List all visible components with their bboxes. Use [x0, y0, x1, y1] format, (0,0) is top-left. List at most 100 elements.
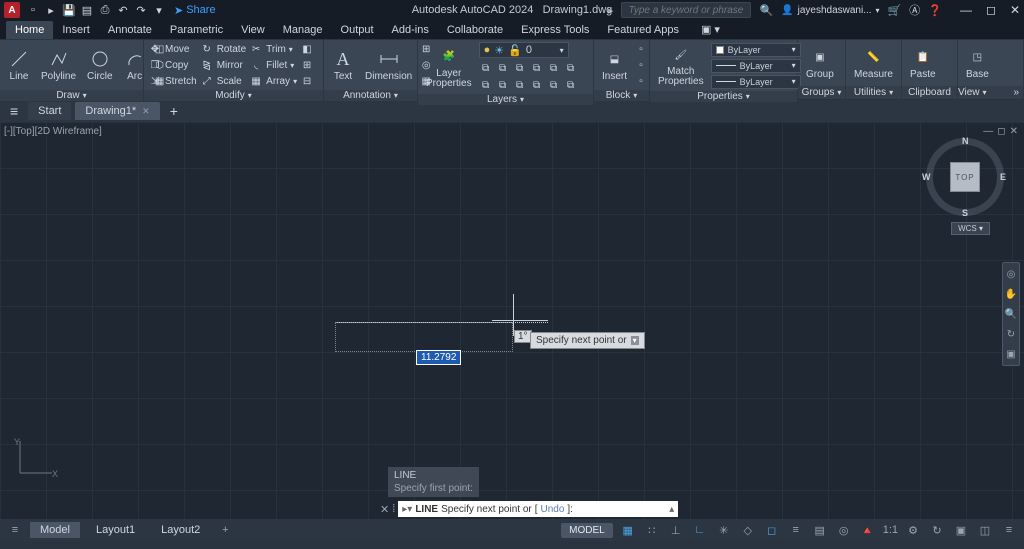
panel-groups-label[interactable]: Groups▾	[798, 86, 845, 99]
tab-layout2[interactable]: Layout2	[151, 522, 210, 538]
add-layout-button[interactable]: +	[216, 521, 234, 539]
space-toggle[interactable]: MODEL	[561, 523, 613, 538]
ann-scale[interactable]: 🔺	[859, 521, 877, 539]
move-button[interactable]: ✥Move	[148, 42, 197, 56]
osnap-toggle[interactable]: ◻	[763, 521, 781, 539]
dimension-button[interactable]: Dimension	[361, 46, 416, 84]
search-input[interactable]	[626, 4, 746, 17]
panel-annotation-label[interactable]: Annotation▾	[324, 90, 417, 101]
custom-icon[interactable]: ≡	[1000, 521, 1018, 539]
viewport-label[interactable]: [-][Top][2D Wireframe]	[4, 126, 102, 137]
pan-icon[interactable]: ✋	[1004, 287, 1018, 301]
blk-b[interactable]: ▫	[634, 58, 648, 72]
panel-utilities-label[interactable]: Utilities▾	[846, 86, 901, 99]
mirror-button[interactable]: ⧎Mirror	[200, 58, 246, 72]
qat-dropdown-icon[interactable]: ▾	[152, 3, 166, 17]
snap-toggle[interactable]: ∷	[643, 521, 661, 539]
cmd-recent-icon[interactable]: ▴	[669, 504, 674, 515]
color-selector[interactable]: ByLayer▾	[711, 43, 801, 57]
cmd-handle-icon[interactable]: ⁞	[392, 503, 395, 515]
vp-min-icon[interactable]: —	[983, 126, 993, 137]
panel-draw-label[interactable]: Draw▾	[0, 90, 143, 101]
ortho-toggle[interactable]: ∟	[691, 521, 709, 539]
ucs-icon[interactable]: YX	[12, 435, 58, 481]
mod-misc3[interactable]: ⊟	[300, 74, 314, 88]
fillet-button[interactable]: ◟Fillet▾	[249, 58, 297, 72]
autodesk-icon[interactable]: Ⓐ	[909, 2, 920, 18]
share-button[interactable]: ➤ Share	[174, 4, 216, 17]
lay-g[interactable]: ⧉	[479, 78, 493, 92]
vp-close-icon[interactable]: ✕	[1010, 126, 1018, 137]
blk-c[interactable]: ▫	[634, 74, 648, 88]
layer-properties-button[interactable]: 🧩LayerProperties	[422, 44, 476, 91]
trans-toggle[interactable]: ▤	[811, 521, 829, 539]
view-cube[interactable]: TOP N S E W	[926, 138, 1004, 216]
redo-icon[interactable]: ↷	[134, 3, 148, 17]
drawing-canvas[interactable]: [-][Top][2D Wireframe] — ◻ ✕ 11.2792 1° …	[0, 122, 1024, 519]
search-icon[interactable]: 🔍	[759, 4, 773, 17]
lay-j[interactable]: ⧉	[530, 78, 544, 92]
wcs-label[interactable]: WCS ▾	[951, 222, 990, 235]
search-box[interactable]	[621, 2, 751, 18]
lay-i[interactable]: ⧉	[513, 78, 527, 92]
lay-h[interactable]: ⧉	[496, 78, 510, 92]
grid-toggle[interactable]: ▦	[619, 521, 637, 539]
close-button[interactable]: ✕	[1010, 3, 1020, 17]
tab-overflow[interactable]: ▣ ▾	[692, 20, 729, 39]
max-vp-icon[interactable]: ▣	[952, 521, 970, 539]
iso-toggle[interactable]: ◇	[739, 521, 757, 539]
scale-button[interactable]: ⤢Scale	[200, 74, 246, 88]
zoom-icon[interactable]: 🔍	[1004, 307, 1018, 321]
undo-icon[interactable]: ↶	[116, 3, 130, 17]
mod-misc1[interactable]: ◧	[300, 42, 314, 56]
array-button[interactable]: ▦Array▾	[249, 74, 297, 88]
command-line[interactable]: ▸▾ LINE Specify next point or [Undo]: ▴	[398, 501, 678, 517]
lay-k[interactable]: ⧉	[547, 78, 561, 92]
panel-block-label[interactable]: Block▾	[594, 90, 649, 101]
lineweight-selector[interactable]: ByLayer▾	[711, 59, 801, 73]
distance-input[interactable]: 11.2792	[416, 350, 461, 365]
paste-button[interactable]: 📋Paste	[906, 44, 940, 82]
circle-button[interactable]: Circle	[83, 46, 117, 84]
orbit-icon[interactable]: ↻	[1004, 327, 1018, 341]
ws-switch-icon[interactable]: ↻	[928, 521, 946, 539]
blk-a[interactable]: ▫	[634, 42, 648, 56]
dir-s[interactable]: S	[962, 208, 968, 218]
panel-view-label[interactable]: View▾»	[958, 86, 1023, 99]
insert-button[interactable]: ⬓Insert	[598, 46, 631, 84]
lay-d[interactable]: ⧉	[530, 61, 544, 75]
measure-button[interactable]: 📏Measure	[850, 44, 897, 82]
angle-input[interactable]: 1°	[514, 330, 532, 343]
user-menu[interactable]: 👤 jayeshdaswani... ▾	[781, 5, 879, 16]
maximize-button[interactable]: ◻	[986, 3, 996, 17]
lay-l[interactable]: ⧉	[564, 78, 578, 92]
tab-manage[interactable]: Manage	[274, 21, 332, 39]
group-button[interactable]: ▣Group	[802, 44, 838, 82]
open-icon[interactable]: ▸	[44, 3, 58, 17]
lay-c[interactable]: ⧉	[513, 61, 527, 75]
tab-collaborate[interactable]: Collaborate	[438, 21, 512, 39]
panel-properties-label[interactable]: Properties▾	[650, 91, 797, 102]
cart-icon[interactable]: 🛒	[888, 4, 902, 17]
help-icon[interactable]: ❓	[928, 4, 942, 17]
app-logo[interactable]: A	[4, 2, 20, 18]
copy-button[interactable]: ❐Copy	[148, 58, 197, 72]
close-tab-icon[interactable]: ✕	[142, 106, 150, 117]
tab-home[interactable]: Home	[6, 21, 53, 39]
cycle-toggle[interactable]: ◎	[835, 521, 853, 539]
dir-n[interactable]: N	[962, 136, 969, 146]
layer-selector[interactable]: ● ☀ 🔓 0 ▾	[479, 42, 569, 58]
text-button[interactable]: AText	[328, 46, 358, 84]
lay-f[interactable]: ⧉	[564, 61, 578, 75]
cube-face-top[interactable]: TOP	[950, 162, 980, 192]
stretch-button[interactable]: ⇲Stretch	[148, 74, 197, 88]
panel-layers-label[interactable]: Layers▾	[418, 94, 593, 105]
tab-featured[interactable]: Featured Apps	[598, 21, 688, 39]
add-tab-button[interactable]: +	[164, 103, 184, 119]
trim-button[interactable]: ✂Trim▾	[249, 42, 297, 56]
rotate-button[interactable]: ↻Rotate	[200, 42, 246, 56]
base-button[interactable]: ◳Base	[962, 44, 993, 82]
panel-modify-label[interactable]: Modify▾	[144, 90, 323, 101]
lay-e[interactable]: ⧉	[547, 61, 561, 75]
new-icon[interactable]: ▫	[26, 3, 40, 17]
